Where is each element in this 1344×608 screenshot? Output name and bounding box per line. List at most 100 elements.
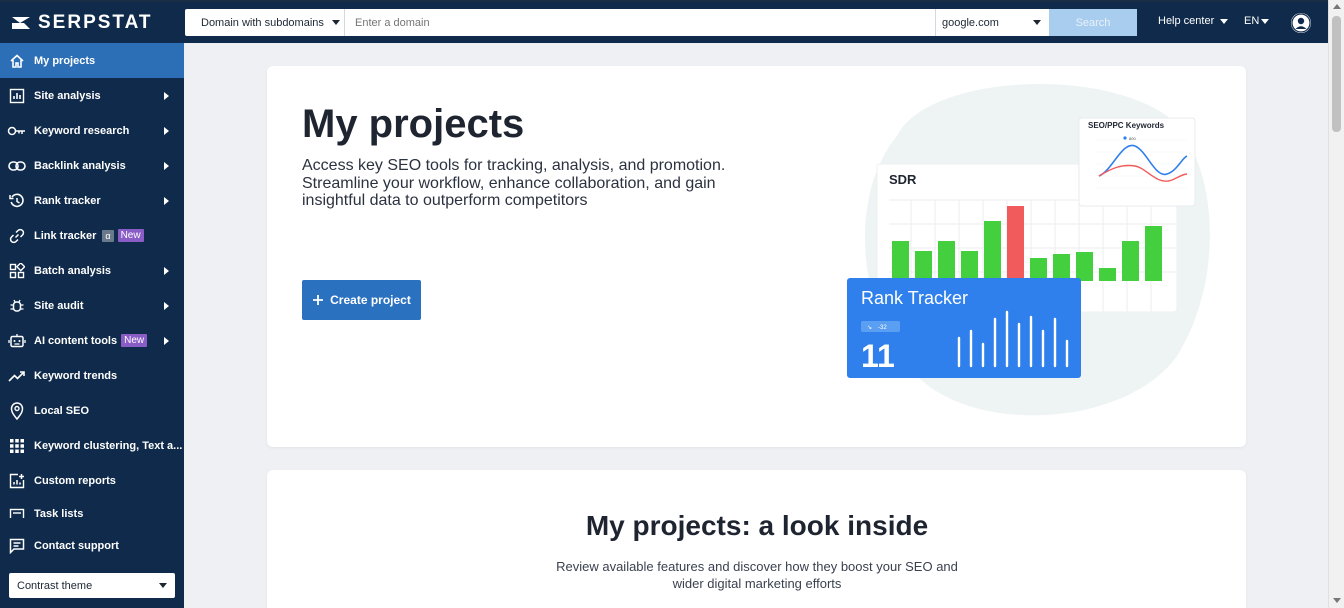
logo-text: SERPSTAT	[38, 12, 153, 33]
section-title: My projects: a look inside	[585, 510, 929, 541]
create-project-button[interactable]: Create project	[302, 280, 421, 320]
history-icon	[0, 193, 34, 209]
chevron-right-icon	[164, 127, 169, 135]
sdr-title: SDR	[889, 172, 917, 187]
language-menu[interactable]: EN	[1244, 15, 1270, 27]
chevron-down-icon	[159, 583, 167, 588]
sidebar-item-keyword-research[interactable]: Keyword research	[0, 113, 184, 148]
sidebar-item-link-tracker[interactable]: Link tracker α New	[0, 218, 184, 253]
sidebar-item-custom-reports[interactable]: Custom reports	[0, 463, 184, 498]
sidebar-item-label: Rank tracker	[34, 194, 101, 207]
chevron-right-icon	[164, 337, 169, 345]
logo-icon	[12, 17, 30, 29]
chevron-down-icon	[1033, 20, 1041, 25]
user-icon	[1291, 13, 1311, 33]
page-description: Access key SEO tools for tracking, analy…	[302, 157, 726, 209]
rank-change-arrow: ↘	[867, 325, 872, 331]
page-scrollbar[interactable]	[1328, 0, 1344, 608]
report-icon	[0, 473, 34, 489]
chevron-right-icon	[164, 267, 169, 275]
bar-chart-icon	[0, 88, 34, 104]
sidebar-item-keyword-trends[interactable]: Keyword trends	[0, 358, 184, 393]
sidebar-item-site-audit[interactable]: Site audit	[0, 288, 184, 323]
link-icon	[0, 160, 34, 172]
help-center-label: Help center	[1158, 15, 1215, 27]
section-description: Review available features and discover h…	[556, 559, 958, 591]
search-button[interactable]: Search	[1049, 9, 1137, 36]
task-list-icon	[0, 508, 34, 518]
grid-blocks-icon	[0, 262, 34, 279]
inside-card: My projects: a look inside Review availa…	[267, 470, 1246, 608]
keywords-point-label: 800	[1129, 136, 1136, 141]
sidebar-item-label: Keyword trends	[34, 369, 118, 382]
hero-card: My projects Access key SEO tools for tra…	[267, 66, 1246, 447]
sidebar-item-label: Batch analysis	[34, 264, 112, 277]
scroll-up-icon[interactable]	[1333, 4, 1341, 9]
sidebar-item-rank-tracker[interactable]: Rank tracker	[0, 183, 184, 218]
new-badge: New	[121, 334, 148, 347]
scroll-down-icon[interactable]	[1333, 598, 1341, 603]
contact-support-button[interactable]: Contact support	[0, 528, 184, 563]
dots-grid-icon	[0, 438, 34, 454]
database-select[interactable]: google.com	[935, 9, 1049, 36]
rank-change-value: -32	[878, 325, 887, 331]
trend-up-icon	[0, 370, 34, 382]
rank-tracker-title: Rank Tracker	[861, 288, 968, 308]
keywords-legend-dot	[1123, 136, 1127, 140]
chat-icon	[0, 538, 34, 554]
chevron-right-icon	[164, 92, 169, 100]
page-title: My projects	[302, 102, 525, 146]
sidebar-item-label: Keyword research	[34, 124, 130, 137]
sdr-bar-highlight	[1007, 206, 1024, 281]
create-project-label: Create project	[330, 293, 411, 307]
sidebar-item-backlink-analysis[interactable]: Backlink analysis	[0, 148, 184, 183]
plus-icon	[313, 295, 324, 305]
sidebar-item-label: Task lists	[34, 508, 84, 518]
sidebar-item-label: Backlink analysis	[34, 159, 126, 172]
sidebar: My projects Site analysis Keyword resear…	[0, 43, 184, 608]
help-center-menu[interactable]: Help center	[1158, 15, 1229, 27]
bug-icon	[0, 298, 34, 314]
sidebar-item-site-analysis[interactable]: Site analysis	[0, 78, 184, 113]
sidebar-item-label: Keyword clustering, Text a...	[34, 439, 183, 452]
sidebar-item-ai-content-tools[interactable]: AI content tools New	[0, 323, 184, 358]
sidebar-item-label: AI content tools	[34, 334, 118, 347]
database-value: google.com	[942, 16, 999, 29]
chain-icon	[0, 228, 34, 244]
key-icon	[0, 124, 34, 138]
sidebar-item-task-lists[interactable]: Task lists	[0, 498, 184, 518]
hero-illustration: SDR SEO/PPC Keywords 800 Rank Tracker ↘ …	[847, 83, 1210, 416]
rank-value: 11	[861, 338, 895, 374]
language-label: EN	[1244, 15, 1260, 27]
sidebar-item-label: Link tracker	[34, 229, 97, 242]
keywords-card	[1078, 117, 1196, 207]
top-bar: SERPSTAT Domain with subdomains google.c…	[0, 0, 1328, 43]
theme-value: Contrast theme	[17, 579, 93, 592]
theme-select[interactable]: Contrast theme	[9, 573, 175, 598]
domain-input[interactable]	[345, 9, 935, 36]
search-scope-value: Domain with subdomains	[201, 16, 324, 29]
sidebar-item-batch-analysis[interactable]: Batch analysis	[0, 253, 184, 288]
sidebar-item-label: Local SEO	[34, 404, 90, 417]
chevron-right-icon	[164, 197, 169, 205]
location-pin-icon	[0, 401, 34, 420]
sidebar-item-label: Custom reports	[34, 474, 116, 487]
avatar[interactable]	[1291, 13, 1311, 33]
sidebar-item-keyword-clustering[interactable]: Keyword clustering, Text a...	[0, 428, 184, 463]
sidebar-item-label: My projects	[34, 54, 96, 67]
serpstat-logo[interactable]: SERPSTAT	[10, 12, 153, 34]
chevron-down-icon	[331, 20, 340, 25]
home-icon	[0, 53, 34, 69]
search-scope-select[interactable]: Domain with subdomains	[185, 9, 345, 36]
sidebar-item-label: Site audit	[34, 299, 84, 312]
sidebar-item-local-seo[interactable]: Local SEO	[0, 393, 184, 428]
robot-icon	[0, 333, 34, 349]
new-badge: New	[117, 229, 144, 242]
contact-support-label: Contact support	[34, 539, 119, 552]
sidebar-item-my-projects[interactable]: My projects	[0, 43, 184, 78]
search-bar: Domain with subdomains google.com Search	[185, 9, 1137, 36]
alpha-badge: α	[102, 229, 114, 242]
chevron-down-icon	[1220, 18, 1229, 24]
chevron-right-icon	[164, 302, 169, 310]
scroll-thumb[interactable]	[1332, 16, 1341, 132]
